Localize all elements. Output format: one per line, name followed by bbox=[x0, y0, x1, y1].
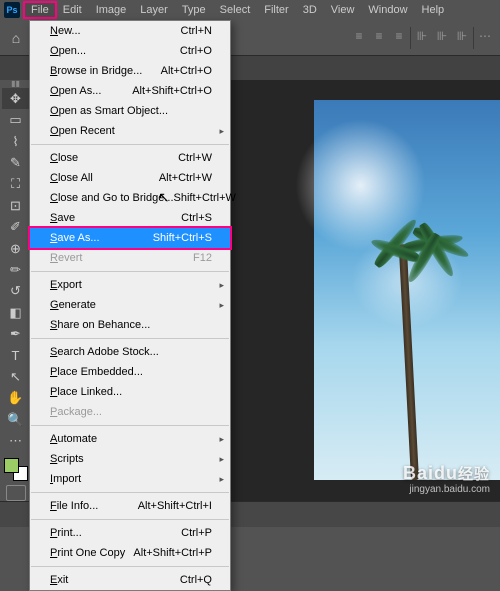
menu-help[interactable]: Help bbox=[415, 2, 452, 18]
align-icon[interactable]: ≡ bbox=[350, 27, 368, 45]
menu-item-place-linked[interactable]: Place Linked... bbox=[30, 382, 230, 402]
separator bbox=[473, 27, 474, 49]
marquee-tool[interactable]: ▭ bbox=[2, 109, 30, 130]
menu-layer[interactable]: Layer bbox=[133, 2, 175, 18]
foreground-color[interactable] bbox=[4, 458, 19, 473]
menu-item-save[interactable]: SaveCtrl+S bbox=[30, 208, 230, 228]
menu-separator bbox=[31, 144, 229, 145]
home-icon[interactable]: ⌂ bbox=[6, 28, 26, 48]
menu-separator bbox=[31, 338, 229, 339]
menu-item-place-embedded[interactable]: Place Embedded... bbox=[30, 362, 230, 382]
menu-separator bbox=[31, 566, 229, 567]
menu-separator bbox=[31, 425, 229, 426]
menu-window[interactable]: Window bbox=[361, 2, 414, 18]
file-dropdown-menu: New...Ctrl+NOpen...Ctrl+OBrowse in Bridg… bbox=[29, 20, 231, 591]
distribute-icon[interactable]: ⊪ bbox=[413, 27, 431, 45]
history-brush-tool[interactable]: ↺ bbox=[2, 281, 30, 302]
menu-file[interactable]: File bbox=[24, 2, 56, 18]
brush-tool[interactable]: ✏ bbox=[2, 259, 30, 280]
menu-item-generate[interactable]: Generate bbox=[30, 295, 230, 315]
color-swatches[interactable] bbox=[4, 458, 28, 481]
menu-item-close-all[interactable]: Close AllAlt+Ctrl+W bbox=[30, 168, 230, 188]
distribute-icon[interactable]: ⊪ bbox=[453, 27, 471, 45]
menu-item-package: Package... bbox=[30, 402, 230, 422]
menu-item-export[interactable]: Export bbox=[30, 275, 230, 295]
menu-separator bbox=[31, 492, 229, 493]
crop-tool[interactable]: ⛶ bbox=[2, 174, 30, 195]
quick-select-tool[interactable]: ✎ bbox=[2, 152, 30, 173]
tools-panel: ▮▮ ✥ ▭ ⌇ ✎ ⛶ ⊡ ✐ ⊕ ✏ ↺ ◧ ✒ T ↖ ✋ 🔍 ⋯ bbox=[0, 80, 32, 501]
menu-bar: Ps File Edit Image Layer Type Select Fil… bbox=[0, 0, 500, 20]
menu-type[interactable]: Type bbox=[175, 2, 213, 18]
watermark-brand: Baidu bbox=[403, 463, 458, 483]
menu-item-import[interactable]: Import bbox=[30, 469, 230, 489]
menu-select[interactable]: Select bbox=[213, 2, 258, 18]
menu-item-open-recent[interactable]: Open Recent bbox=[30, 121, 230, 141]
healing-tool[interactable]: ⊕ bbox=[2, 238, 30, 259]
frame-tool[interactable]: ⊡ bbox=[2, 195, 30, 216]
menu-item-save-as[interactable]: Save As...Shift+Ctrl+S bbox=[30, 228, 230, 248]
menu-item-open[interactable]: Open...Ctrl+O bbox=[30, 41, 230, 61]
menu-edit[interactable]: Edit bbox=[56, 2, 89, 18]
menu-item-print[interactable]: Print...Ctrl+P bbox=[30, 523, 230, 543]
type-tool[interactable]: T bbox=[2, 345, 30, 366]
menu-item-browse-in-bridge[interactable]: Browse in Bridge...Alt+Ctrl+O bbox=[30, 61, 230, 81]
hand-tool[interactable]: ✋ bbox=[2, 388, 30, 409]
menu-item-open-as-smart-object[interactable]: Open as Smart Object... bbox=[30, 101, 230, 121]
menu-3d[interactable]: 3D bbox=[296, 2, 324, 18]
menu-item-print-one-copy[interactable]: Print One CopyAlt+Shift+Ctrl+P bbox=[30, 543, 230, 563]
pen-tool[interactable]: ✒ bbox=[2, 323, 30, 344]
quick-mask-icon[interactable] bbox=[6, 485, 26, 501]
watermark-brand-cn: 经验 bbox=[458, 466, 490, 483]
menu-item-close-and-go-to-bridge[interactable]: Close and Go to Bridge...Shift+Ctrl+W bbox=[30, 188, 230, 208]
menu-view[interactable]: View bbox=[324, 2, 362, 18]
watermark-url: jingyan.baidu.com bbox=[403, 484, 490, 495]
menu-item-search-adobe-stock[interactable]: Search Adobe Stock... bbox=[30, 342, 230, 362]
align-buttons: ≡ ≡ ≡ ⊪ ⊪ ⊪ ⋯ bbox=[350, 27, 494, 49]
align-icon[interactable]: ≡ bbox=[390, 27, 408, 45]
distribute-icon[interactable]: ⊪ bbox=[433, 27, 451, 45]
more-icon[interactable]: ⋯ bbox=[476, 27, 494, 45]
watermark: Baidu经验 jingyan.baidu.com bbox=[403, 463, 490, 495]
separator bbox=[410, 27, 411, 49]
menu-item-share-on-behance[interactable]: Share on Behance... bbox=[30, 315, 230, 335]
menu-item-scripts[interactable]: Scripts bbox=[30, 449, 230, 469]
menu-item-file-info[interactable]: File Info...Alt+Shift+Ctrl+I bbox=[30, 496, 230, 516]
menu-filter[interactable]: Filter bbox=[257, 2, 295, 18]
menu-separator bbox=[31, 271, 229, 272]
eyedropper-tool[interactable]: ✐ bbox=[2, 216, 30, 237]
menu-item-open-as[interactable]: Open As...Alt+Shift+Ctrl+O bbox=[30, 81, 230, 101]
menu-item-revert: RevertF12 bbox=[30, 248, 230, 268]
menu-image[interactable]: Image bbox=[89, 2, 134, 18]
edit-toolbar[interactable]: ⋯ bbox=[2, 431, 30, 452]
menu-item-new[interactable]: New...Ctrl+N bbox=[30, 21, 230, 41]
panel-grip-icon[interactable]: ▮▮ bbox=[11, 82, 20, 86]
photoshop-logo: Ps bbox=[4, 2, 20, 18]
zoom-tool[interactable]: 🔍 bbox=[2, 409, 30, 430]
path-tool[interactable]: ↖ bbox=[2, 366, 30, 387]
move-tool[interactable]: ✥ bbox=[2, 88, 30, 109]
lasso-tool[interactable]: ⌇ bbox=[2, 131, 30, 152]
menu-item-close[interactable]: CloseCtrl+W bbox=[30, 148, 230, 168]
document-image bbox=[314, 100, 500, 480]
menu-item-exit[interactable]: ExitCtrl+Q bbox=[30, 570, 230, 590]
menu-item-automate[interactable]: Automate bbox=[30, 429, 230, 449]
menu-separator bbox=[31, 519, 229, 520]
gradient-tool[interactable]: ◧ bbox=[2, 302, 30, 323]
align-icon[interactable]: ≡ bbox=[370, 27, 388, 45]
